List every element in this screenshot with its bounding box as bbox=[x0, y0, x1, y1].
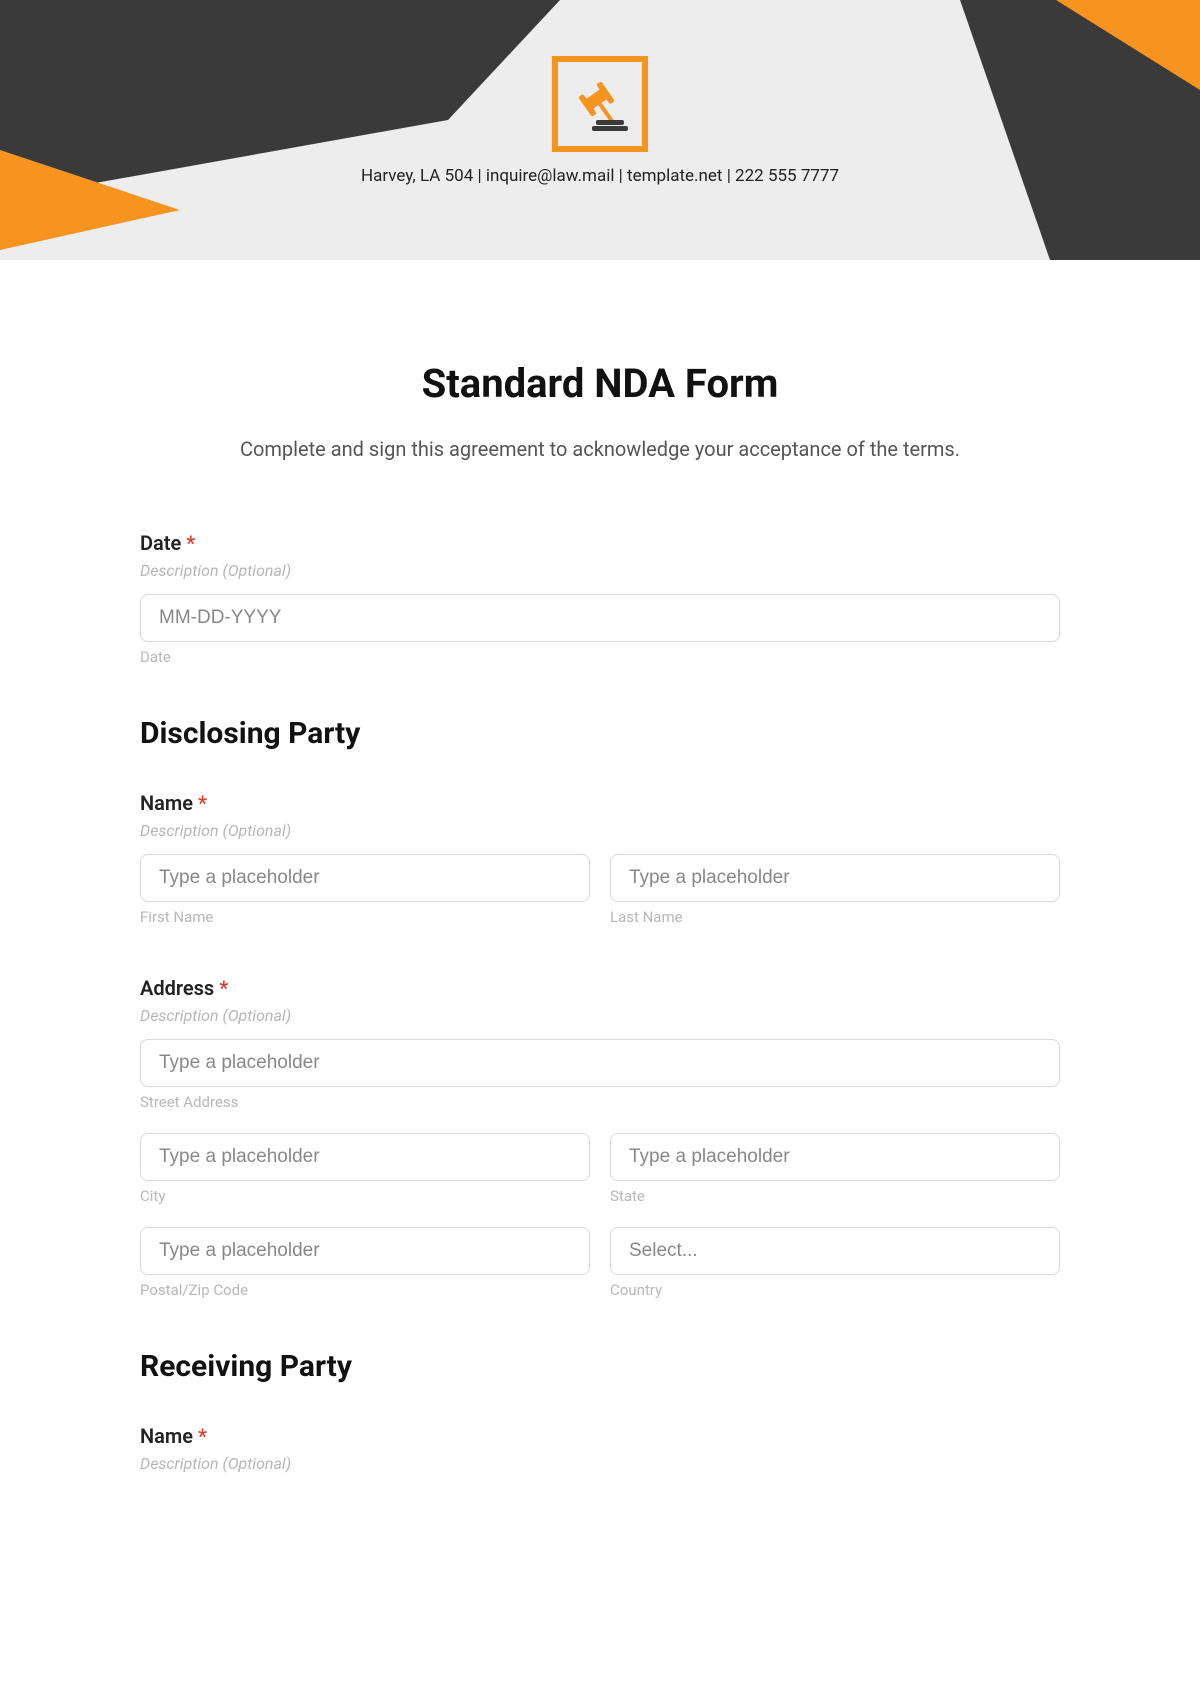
date-description: Description (Optional) bbox=[140, 561, 1060, 580]
street-address-sublabel: Street Address bbox=[140, 1093, 1060, 1111]
required-asterisk: * bbox=[198, 1424, 207, 1448]
letterhead-header: Harvey, LA 504 | inquire@law.mail | temp… bbox=[0, 0, 1200, 260]
logo-block: Harvey, LA 504 | inquire@law.mail | temp… bbox=[361, 56, 839, 186]
gavel-icon bbox=[568, 72, 632, 136]
disclosing-party-heading: Disclosing Party bbox=[140, 716, 1060, 751]
date-field-block: Date * Description (Optional) Date bbox=[140, 531, 1060, 666]
form-body: Standard NDA Form Complete and sign this… bbox=[0, 260, 1200, 1563]
postal-code-sublabel: Postal/Zip Code bbox=[140, 1281, 590, 1299]
disclosing-address-label-text: Address bbox=[140, 976, 214, 1000]
receiving-name-label-text: Name bbox=[140, 1424, 193, 1448]
postal-code-input[interactable] bbox=[140, 1227, 590, 1275]
receiving-party-heading: Receiving Party bbox=[140, 1349, 1060, 1384]
page-title: Standard NDA Form bbox=[140, 360, 1060, 407]
disclosing-name-description: Description (Optional) bbox=[140, 821, 1060, 840]
last-name-sublabel: Last Name bbox=[610, 908, 1060, 926]
date-sublabel: Date bbox=[140, 648, 1060, 666]
receiving-name-label: Name * bbox=[140, 1424, 1060, 1448]
required-asterisk: * bbox=[219, 976, 228, 1000]
date-label: Date * bbox=[140, 531, 1060, 555]
disclosing-name-label-text: Name bbox=[140, 791, 193, 815]
disclosing-first-name-input[interactable] bbox=[140, 854, 590, 902]
receiving-name-block: Name * Description (Optional) bbox=[140, 1424, 1060, 1473]
country-sublabel: Country bbox=[610, 1281, 1060, 1299]
city-sublabel: City bbox=[140, 1187, 590, 1205]
street-address-input[interactable] bbox=[140, 1039, 1060, 1087]
disclosing-address-description: Description (Optional) bbox=[140, 1006, 1060, 1025]
first-name-sublabel: First Name bbox=[140, 908, 590, 926]
city-input[interactable] bbox=[140, 1133, 590, 1181]
disclosing-address-block: Address * Description (Optional) Street … bbox=[140, 976, 1060, 1299]
page-subtitle: Complete and sign this agreement to ackn… bbox=[140, 437, 1060, 461]
contact-line: Harvey, LA 504 | inquire@law.mail | temp… bbox=[361, 166, 839, 186]
receiving-name-description: Description (Optional) bbox=[140, 1454, 1060, 1473]
country-select[interactable] bbox=[610, 1227, 1060, 1275]
date-input[interactable] bbox=[140, 594, 1060, 642]
required-asterisk: * bbox=[198, 791, 207, 815]
state-input[interactable] bbox=[610, 1133, 1060, 1181]
required-asterisk: * bbox=[186, 531, 195, 555]
disclosing-name-block: Name * Description (Optional) First Name… bbox=[140, 791, 1060, 926]
logo-frame bbox=[552, 56, 648, 152]
disclosing-last-name-input[interactable] bbox=[610, 854, 1060, 902]
date-label-text: Date bbox=[140, 531, 181, 555]
state-sublabel: State bbox=[610, 1187, 1060, 1205]
disclosing-address-label: Address * bbox=[140, 976, 1060, 1000]
disclosing-name-label: Name * bbox=[140, 791, 1060, 815]
